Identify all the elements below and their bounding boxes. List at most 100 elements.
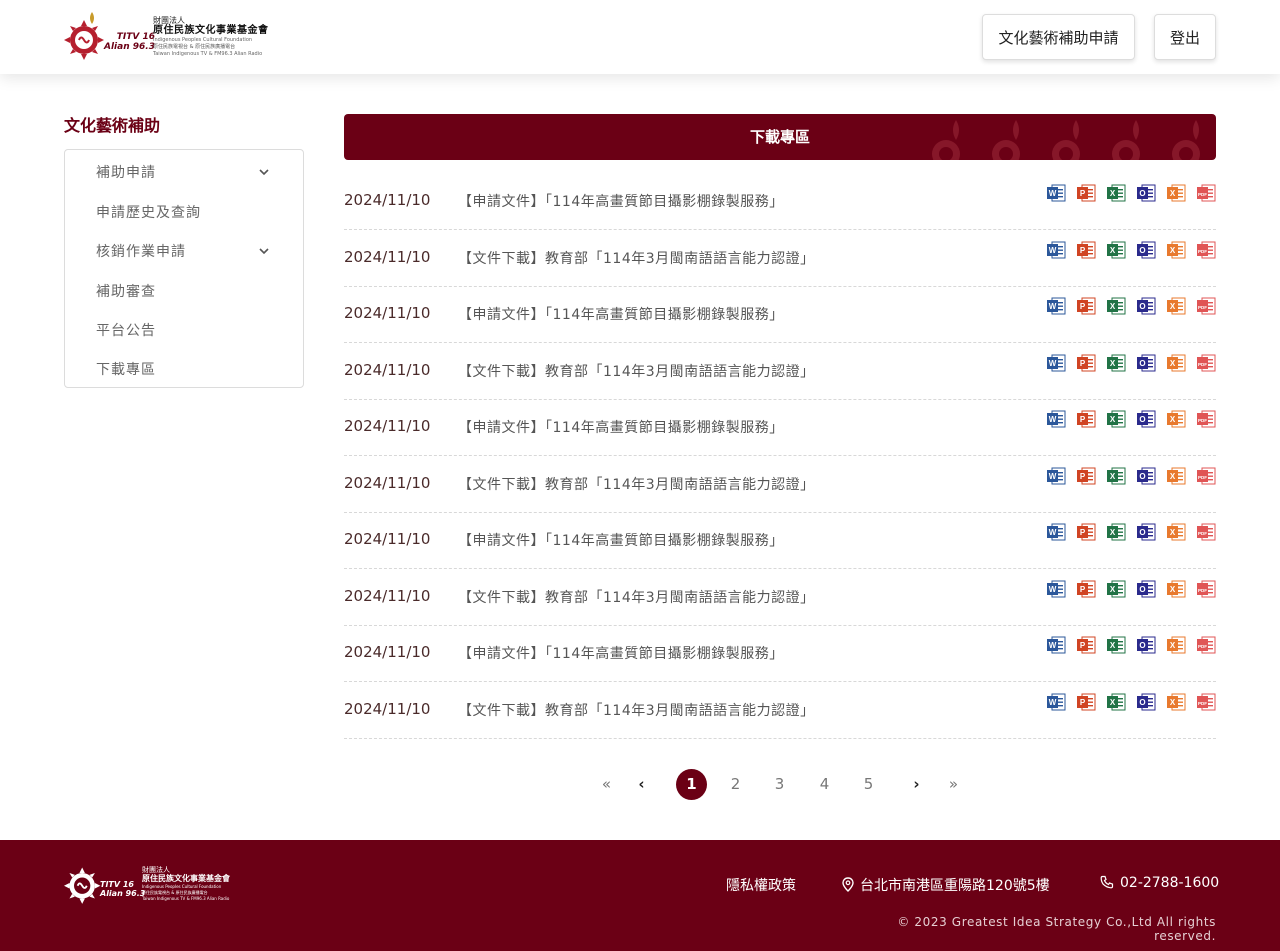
excel-icon[interactable]: X (1106, 635, 1126, 655)
excel-icon[interactable]: X (1106, 522, 1126, 542)
row-title-link[interactable]: 【文件下載】教育部「114年3月閩南語語言能力認證」 (458, 248, 815, 268)
first-page-button[interactable]: « (591, 769, 622, 800)
row-date: 2024/11/10 (344, 530, 431, 548)
outlook-icon[interactable]: O (1136, 353, 1156, 373)
page-2-button[interactable]: 2 (720, 769, 751, 800)
row-title-link[interactable]: 【申請文件】「114年高畫質節目攝影棚錄製服務」 (458, 643, 784, 663)
word-icon[interactable]: W (1046, 522, 1066, 542)
pdf-icon[interactable]: PDF (1196, 409, 1216, 429)
word-icon[interactable]: W (1046, 579, 1066, 599)
row-title-link[interactable]: 【申請文件】「114年高畫質節目攝影棚錄製服務」 (458, 530, 784, 550)
svg-text:P: P (1080, 528, 1086, 537)
sidebar-item-writeoff[interactable]: 核銷作業申請 (96, 241, 186, 261)
excel-icon[interactable]: X (1106, 466, 1126, 486)
pdf-icon[interactable]: PDF (1196, 692, 1216, 712)
office-icon[interactable]: X (1166, 579, 1186, 599)
row-title-link[interactable]: 【文件下載】教育部「114年3月閩南語語言能力認證」 (458, 587, 815, 607)
word-icon[interactable]: W (1046, 409, 1066, 429)
powerpoint-icon[interactable]: P (1076, 635, 1096, 655)
office-icon[interactable]: X (1166, 466, 1186, 486)
sidebar-item-subsidy-apply[interactable]: 補助申請 (96, 162, 156, 182)
office-icon[interactable]: X (1166, 240, 1186, 260)
row-title-link[interactable]: 【申請文件】「114年高畫質節目攝影棚錄製服務」 (458, 417, 784, 437)
pdf-icon[interactable]: PDF (1196, 522, 1216, 542)
powerpoint-icon[interactable]: P (1076, 579, 1096, 599)
excel-icon[interactable]: X (1106, 579, 1126, 599)
excel-icon[interactable]: X (1106, 296, 1126, 316)
logo-text: 財團法人 原住民族文化事業基金會 Indigenous Peoples Cult… (153, 16, 273, 58)
excel-icon[interactable]: X (1106, 240, 1126, 260)
powerpoint-icon[interactable]: P (1076, 466, 1096, 486)
sidebar-item-downloads[interactable]: 下載專區 (96, 359, 156, 379)
word-icon[interactable]: W (1046, 692, 1066, 712)
footer-logo[interactable]: TITV 16 Alian 96.3 財團法人 原住民族文化事業基金會 Indi… (64, 860, 244, 910)
row-title-link[interactable]: 【申請文件】「114年高畫質節目攝影棚錄製服務」 (458, 304, 784, 324)
word-icon[interactable]: W (1046, 240, 1066, 260)
word-icon[interactable]: W (1046, 353, 1066, 373)
pdf-icon[interactable]: PDF (1196, 579, 1216, 599)
privacy-policy-link[interactable]: 隱私權政策 (726, 875, 796, 895)
pdf-icon[interactable]: PDF (1196, 240, 1216, 260)
row-title-link[interactable]: 【申請文件】「114年高畫質節目攝影棚錄製服務」 (458, 191, 784, 211)
outlook-icon[interactable]: O (1136, 240, 1156, 260)
outlook-icon[interactable]: O (1136, 522, 1156, 542)
file-download-icons: W P X O X PDF (1046, 296, 1216, 316)
sidebar-item-announcements[interactable]: 平台公告 (96, 320, 156, 340)
word-icon[interactable]: W (1046, 635, 1066, 655)
excel-icon[interactable]: X (1106, 183, 1126, 203)
powerpoint-icon[interactable]: P (1076, 522, 1096, 542)
row-title-link[interactable]: 【文件下載】教育部「114年3月閩南語語言能力認證」 (458, 700, 815, 720)
last-page-button[interactable]: » (938, 769, 969, 800)
row-title-link[interactable]: 【文件下載】教育部「114年3月閩南語語言能力認證」 (458, 474, 815, 494)
arts-subsidy-apply-button[interactable]: 文化藝術補助申請 (982, 14, 1135, 60)
office-icon[interactable]: X (1166, 183, 1186, 203)
outlook-icon[interactable]: O (1136, 466, 1156, 486)
outlook-icon[interactable]: O (1136, 635, 1156, 655)
word-icon[interactable]: W (1046, 183, 1066, 203)
word-icon[interactable]: W (1046, 296, 1066, 316)
outlook-icon[interactable]: O (1136, 409, 1156, 429)
powerpoint-icon[interactable]: P (1076, 409, 1096, 429)
office-icon[interactable]: X (1166, 409, 1186, 429)
svg-text:PDF: PDF (1198, 249, 1207, 254)
powerpoint-icon[interactable]: P (1076, 183, 1096, 203)
outlook-icon[interactable]: O (1136, 579, 1156, 599)
outlook-icon[interactable]: O (1136, 296, 1156, 316)
sun-emblem-icon (64, 867, 101, 904)
excel-icon[interactable]: X (1106, 692, 1126, 712)
outlook-icon[interactable]: O (1136, 692, 1156, 712)
svg-text:X: X (1110, 528, 1116, 537)
word-icon[interactable]: W (1046, 466, 1066, 486)
page-1-button[interactable]: 1 (676, 769, 707, 800)
outlook-icon[interactable]: O (1136, 183, 1156, 203)
powerpoint-icon[interactable]: P (1076, 353, 1096, 373)
logo-tag-titv: TITV 16 (116, 32, 155, 42)
sidebar-item-review[interactable]: 補助審查 (96, 281, 156, 301)
next-page-button[interactable]: › (901, 769, 932, 800)
office-icon[interactable]: X (1166, 296, 1186, 316)
powerpoint-icon[interactable]: P (1076, 296, 1096, 316)
row-title-link[interactable]: 【文件下載】教育部「114年3月閩南語語言能力認證」 (458, 361, 815, 381)
foundation-logo[interactable]: TITV 16 Alian 96.3 財團法人 原住民族文化事業基金會 Indi… (64, 10, 268, 64)
powerpoint-icon[interactable]: P (1076, 240, 1096, 260)
pdf-icon[interactable]: PDF (1196, 183, 1216, 203)
office-icon[interactable]: X (1166, 635, 1186, 655)
prev-page-button[interactable]: ‹ (626, 769, 657, 800)
office-icon[interactable]: X (1166, 692, 1186, 712)
chevron-down-icon[interactable] (257, 165, 271, 179)
office-icon[interactable]: X (1166, 522, 1186, 542)
pdf-icon[interactable]: PDF (1196, 635, 1216, 655)
powerpoint-icon[interactable]: P (1076, 692, 1096, 712)
excel-icon[interactable]: X (1106, 353, 1126, 373)
excel-icon[interactable]: X (1106, 409, 1126, 429)
chevron-down-icon[interactable] (257, 244, 271, 258)
pdf-icon[interactable]: PDF (1196, 353, 1216, 373)
office-icon[interactable]: X (1166, 353, 1186, 373)
sidebar-item-history[interactable]: 申請歷史及查詢 (96, 202, 201, 222)
page-3-button[interactable]: 3 (764, 769, 795, 800)
pdf-icon[interactable]: PDF (1196, 466, 1216, 486)
page-5-button[interactable]: 5 (853, 769, 884, 800)
pdf-icon[interactable]: PDF (1196, 296, 1216, 316)
page-4-button[interactable]: 4 (809, 769, 840, 800)
logout-button[interactable]: 登出 (1154, 14, 1216, 60)
